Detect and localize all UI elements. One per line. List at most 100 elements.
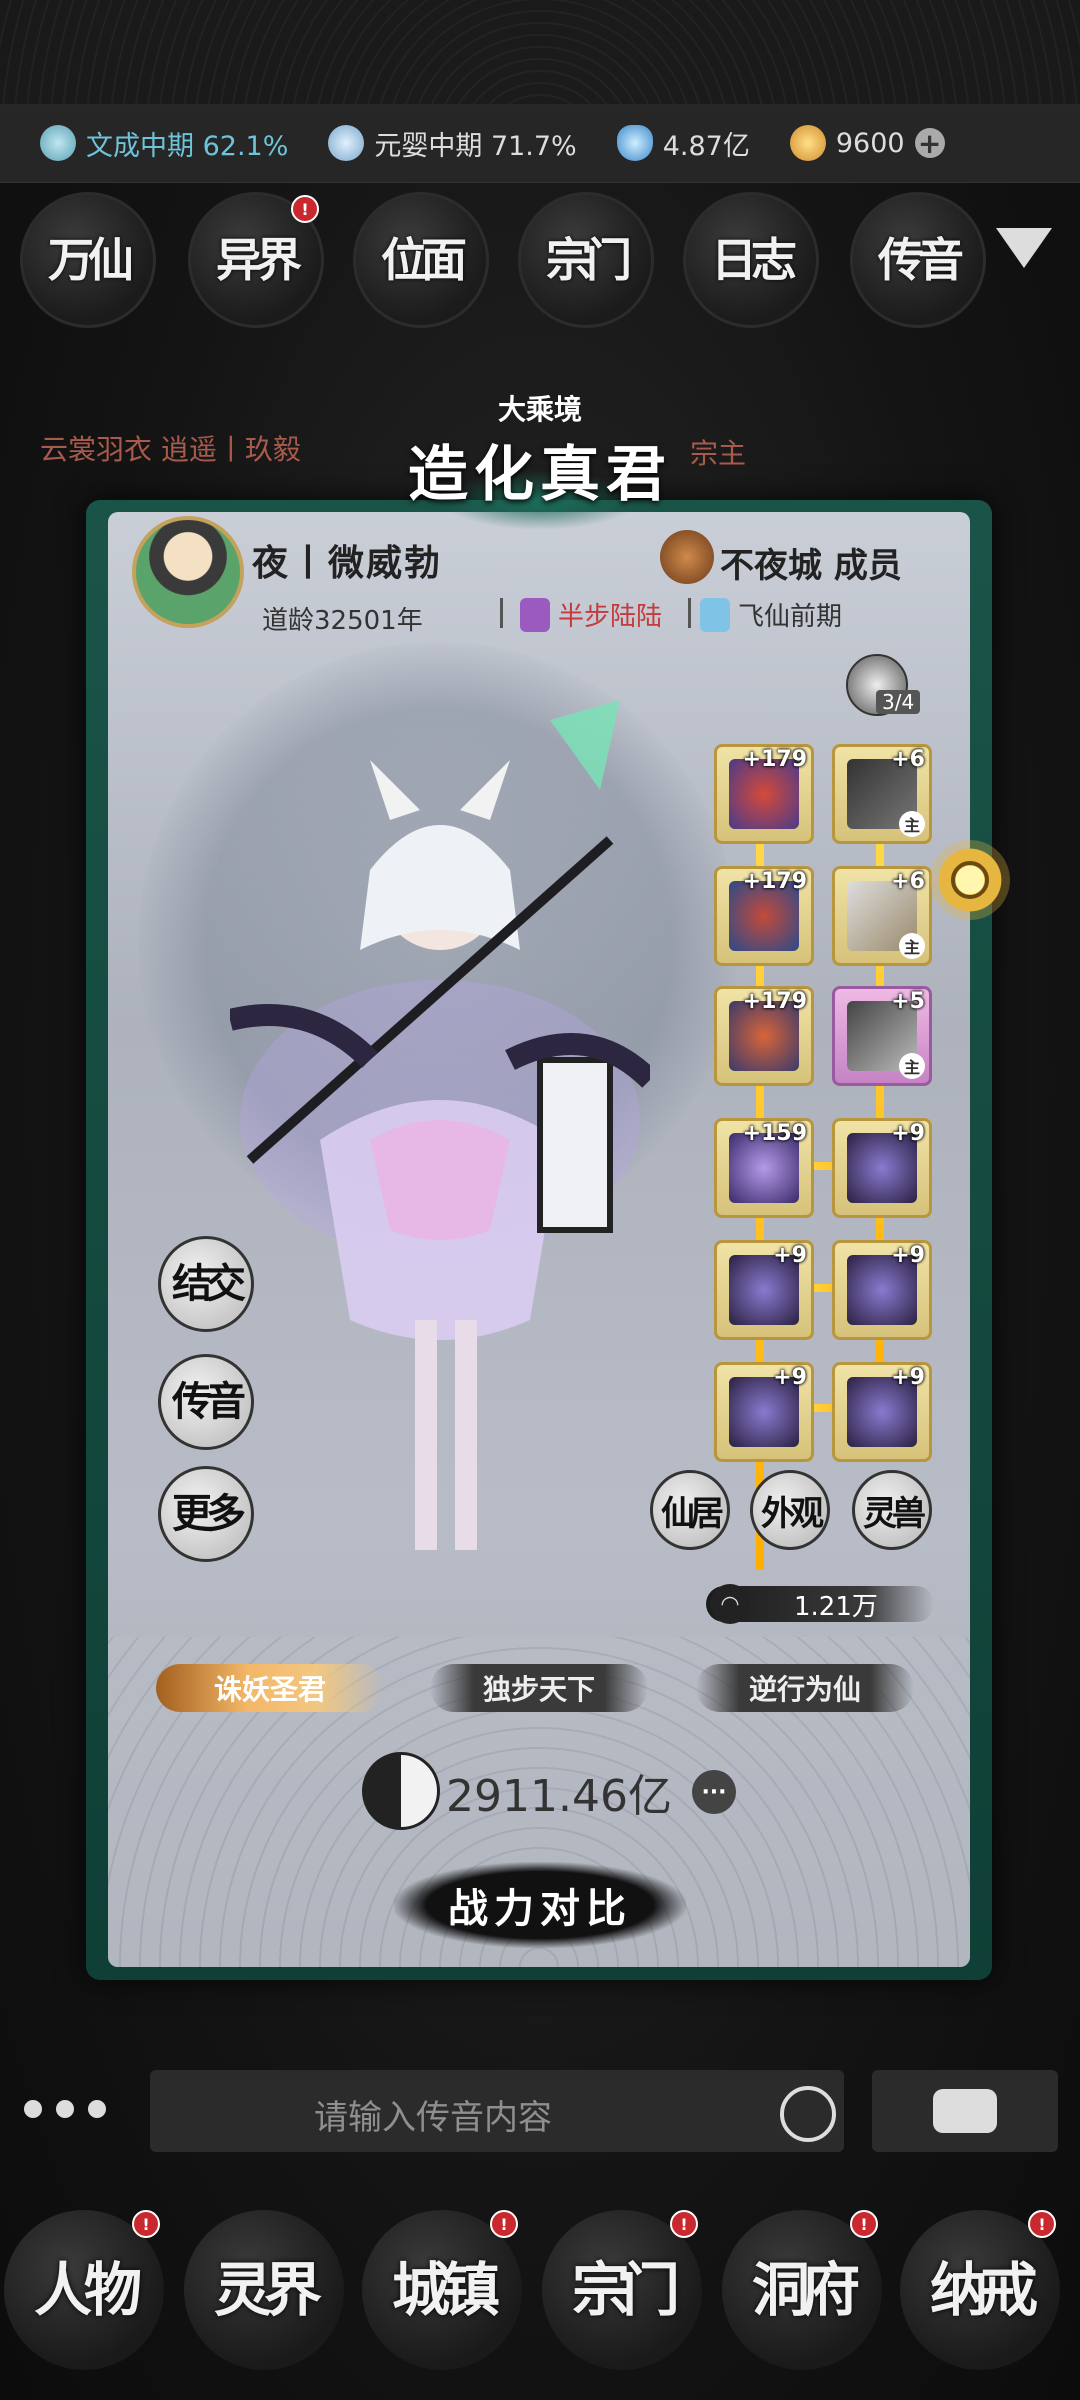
dot-icon [24,2100,42,2118]
bottomnav-label: 城镇 [391,2256,500,2324]
notification-badge: ! [132,2210,160,2238]
equipment-slot[interactable]: +9 [714,1362,814,1462]
stage-badge: 飞仙前期 [700,596,842,633]
equip-level: +6 [891,869,925,894]
resource-coin[interactable]: 9600 + [789,125,945,161]
resource-spirit-stone[interactable]: 4.87亿 [616,124,750,163]
bottomnav-item-town[interactable]: 城镇 ! [362,2210,522,2370]
equipment-slot[interactable]: +9 [832,1362,932,1462]
topnav-item-wanxian[interactable]: 万仙 [20,192,156,328]
resource-value: 元婴中期 71.7% [374,130,577,162]
button-label: 外观 [761,1493,824,1534]
half-step-badge: 半步陆陆 [520,596,662,633]
player-age: 道龄32501年 [262,606,423,636]
bottomnav-item-spirit-realm[interactable]: 灵界 [184,2210,344,2370]
avatar[interactable] [132,516,244,628]
equip-level: +179 [742,869,807,894]
bottomnav-label: 人物 [33,2256,142,2324]
residence-button[interactable]: 仙居 [650,1470,730,1550]
add-coin-button[interactable]: + [914,127,945,160]
dot-icon [56,2100,74,2118]
button-label: 更多 [172,1490,246,1537]
yinyang-icon [362,1752,440,1830]
chat-placeholder: 请输入传音内容 [314,2098,552,2138]
topnav-item-rizhi[interactable]: 日志 [683,192,819,328]
gear-icon [951,861,989,899]
equipment-slot[interactable]: +6 主 [832,866,932,966]
resource-bar: 文成中期 62.1% 元婴中期 71.7% 4.87亿 9600 + [0,104,1080,183]
message-button[interactable]: 传音 [158,1354,254,1450]
button-label: 灵兽 [863,1493,926,1534]
equipment-slot[interactable]: +179 [714,986,814,1086]
resource-value: 9600 [835,127,905,159]
sword-icon [40,125,76,161]
emoji-icon[interactable] [780,2086,836,2142]
realm-label: 大乘境 [497,393,582,426]
resource-nascent[interactable]: 元婴中期 71.7% [328,124,577,163]
topnav-item-chuanyin[interactable]: 传音 [850,192,986,328]
button-label: 传音 [172,1378,246,1425]
guild-name[interactable]: 不夜城 成员 [720,538,902,587]
more-button[interactable]: 更多 [158,1466,254,1562]
title-tab-active[interactable]: 诛妖圣君 [156,1664,384,1712]
notification-badge: ! [490,2210,518,2238]
button-label: 结交 [172,1260,246,1307]
topnav-label: 宗门 [546,233,632,287]
sub-power-chip: ◠ 1.21万 [706,1584,934,1624]
button-label: 仙居 [661,1493,724,1534]
main-tag: 主 [899,933,925,959]
power-compare-button[interactable]: 战力对比 [394,1862,686,1948]
title-tab[interactable]: 逆行为仙 [696,1664,914,1712]
topnav-item-zongmen[interactable]: 宗门 [518,192,654,328]
main-tag: 主 [899,1053,925,1079]
dot-icon [88,2100,106,2118]
stage-label: 飞仙前期 [738,602,843,632]
title-tab[interactable]: 独步天下 [430,1664,648,1712]
topnav-item-yijie[interactable]: 异界 ! [188,192,324,328]
flying-weapon-icon [550,700,620,790]
topnav-label: 万仙 [48,233,134,287]
notification-badge: ! [670,2210,698,2238]
chat-input[interactable]: 请输入传音内容 [150,2070,844,2152]
equipment-switch-button[interactable] [930,840,1010,920]
bottomnav-item-storage-ring[interactable]: 纳戒 ! [900,2210,1060,2370]
send-button[interactable] [872,2070,1058,2152]
equipment-slot[interactable]: +179 [714,744,814,844]
appearance-button[interactable]: 外观 [750,1470,830,1550]
title-label: 诛妖圣君 [213,1673,326,1706]
befriend-button[interactable]: 结交 [158,1236,254,1332]
equipment-slot[interactable]: +9 [832,1118,932,1218]
equipment-slot[interactable]: +9 [832,1240,932,1340]
topnav-label: 异界 [216,233,302,287]
combat-power: 2911.46亿 [446,1771,672,1822]
bottom-nav: 人物 ! 灵界 城镇 ! 宗门 ! 洞府 ! 纳戒 ! [0,2200,1080,2400]
equip-level: +159 [742,1121,807,1146]
fan-icon [328,125,365,161]
equipment-slot[interactable]: +9 [714,1240,814,1340]
character-illustration [230,760,650,1550]
equipment-slot[interactable]: +5 主 [832,986,932,1086]
equipment-slot[interactable]: +179 [714,866,814,966]
realm-title: 造化真君 [408,440,672,510]
bottomnav-item-sect[interactable]: 宗门 ! [542,2210,702,2370]
spirit-beast-button[interactable]: 灵兽 [852,1470,932,1550]
coin-icon [789,125,826,161]
player-name: 夜丨微威勃 [252,542,443,584]
notification-badge: ! [850,2210,878,2238]
topnav-label: 传音 [878,233,964,287]
bottomnav-label: 纳戒 [929,2256,1038,2324]
topnav-item-weimian[interactable]: 位面 [353,192,489,328]
half-step-label: 半步陆陆 [558,602,663,632]
resource-cultivation[interactable]: 文成中期 62.1% [40,124,288,163]
equipment-slot[interactable]: +159 [714,1118,814,1218]
bottomnav-label: 宗门 [571,2256,680,2324]
title-label: 独步天下 [482,1673,595,1706]
power-detail-button[interactable]: ··· [692,1770,736,1814]
equip-level: +9 [891,1121,925,1146]
bottomnav-item-cave[interactable]: 洞府 ! [722,2210,882,2370]
equipment-slot[interactable]: +6 主 [832,744,932,844]
artifact-slot-count: 3/4 [876,690,921,714]
expand-arrow-icon[interactable] [996,228,1052,268]
bottomnav-item-character[interactable]: 人物 ! [4,2210,164,2370]
chat-menu-button[interactable] [24,2100,124,2118]
